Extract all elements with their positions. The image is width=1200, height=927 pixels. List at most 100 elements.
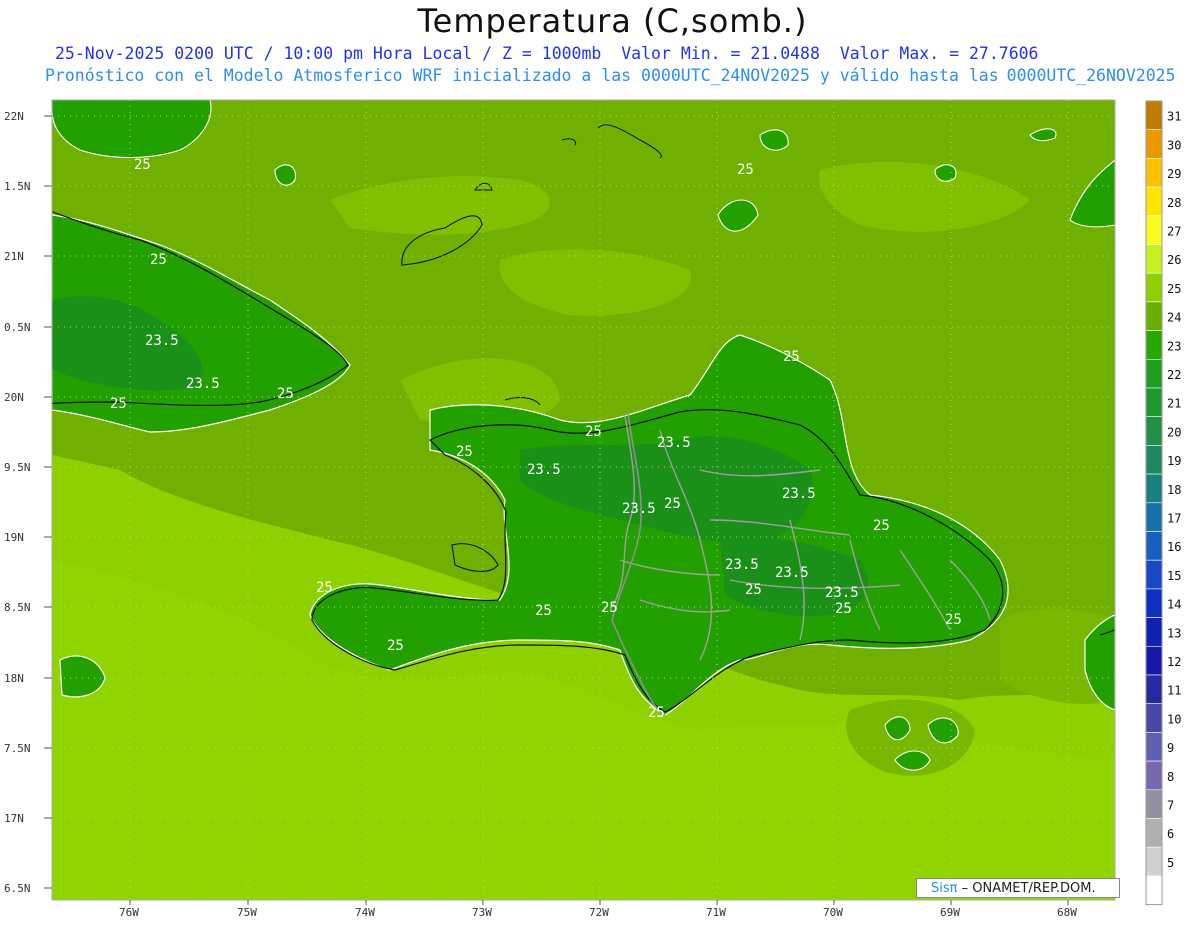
colorbar-tick-label: 17: [1167, 512, 1181, 526]
lon-label: 76W: [119, 906, 139, 919]
colorbar-swatch: [1145, 818, 1163, 848]
colorbar-tick-label: 19: [1167, 454, 1181, 468]
contour-label: 25: [110, 396, 127, 412]
colorbar-swatch: [1145, 301, 1163, 331]
colorbar-swatch: [1145, 559, 1163, 590]
contour-label: 25: [945, 612, 962, 628]
lat-label: 9.5N: [4, 461, 31, 474]
colorbar-tick-label: 12: [1167, 655, 1181, 669]
temperature-map: 25 25 25 23.5 23.5 25 25 25 25 23.5 25 2…: [4, 99, 1181, 919]
contour-label: 25: [835, 601, 852, 617]
colorbar-swatch: [1145, 272, 1163, 303]
colorbar-swatch: [1145, 674, 1163, 705]
ne-patch-5: [934, 164, 957, 182]
colorbar-swatch: [1145, 416, 1163, 446]
colorbar-swatch: [1145, 387, 1163, 418]
colorbar-tick-label: 5: [1167, 856, 1174, 870]
colorbar-tick-label: 13: [1167, 626, 1181, 640]
contour-label: 25: [873, 518, 890, 534]
map-plot-area: 25 25 25 23.5 23.5 25 25 25 25 23.5 25 2…: [52, 100, 1115, 900]
colorbar-swatch: [1145, 645, 1163, 676]
colorbar-swatch: [1145, 358, 1163, 389]
colorbar-tick-label: 21: [1167, 397, 1181, 411]
contour-label: 23.5: [725, 557, 759, 573]
colorbar-swatch: [1145, 330, 1163, 360]
colorbar-tick-label: 29: [1167, 167, 1181, 181]
lat-label: 20N: [4, 391, 24, 404]
colorbar-tick-label: 18: [1167, 483, 1181, 497]
lon-label: 73W: [472, 906, 492, 919]
colorbar-swatch: [1145, 445, 1163, 475]
colorbar-swatch: [1145, 732, 1163, 762]
contour-label: 23.5: [186, 376, 220, 392]
colorbar-tick-label: 11: [1167, 684, 1181, 698]
colorbar-swatch: [1145, 760, 1163, 791]
colorbar-tick-label: 10: [1167, 712, 1181, 726]
lon-label: 72W: [589, 906, 609, 919]
colorbar-tick-label: 20: [1167, 425, 1181, 439]
colorbar-swatch: [1145, 789, 1163, 819]
contour-label: 25: [601, 600, 618, 616]
colorbar-tick-label: 30: [1167, 138, 1181, 152]
colorbar-swatch: [1145, 215, 1163, 245]
colorbar-tick-label: 22: [1167, 368, 1181, 382]
contour-label: 25: [783, 349, 800, 365]
contour-label: 23.5: [622, 501, 656, 517]
contour-label: 25: [277, 386, 294, 402]
lon-label: 74W: [355, 906, 375, 919]
contour-label: 25: [648, 705, 665, 721]
lat-label: 22N: [4, 110, 24, 123]
contour-label: 25: [316, 580, 333, 596]
colorbar-swatch: [1145, 158, 1163, 188]
lat-label: 6.5N: [4, 882, 31, 895]
colorbar-tick-label: 15: [1167, 569, 1181, 583]
lon-label: 70W: [823, 906, 843, 919]
contour-label: 25: [456, 444, 473, 460]
colorbar-swatch: [1145, 531, 1163, 561]
contour-label: 23.5: [145, 333, 179, 349]
latitude-axis: 22N 1.5N 21N 0.5N 20N 9.5N 19N 8.5N 18N …: [4, 110, 52, 895]
contour-label: 25: [664, 496, 681, 512]
lon-label: 71W: [706, 906, 726, 919]
lat-label: 7.5N: [4, 742, 31, 755]
credit-box: Sisπ – ONAMET/REP.DOM.: [916, 878, 1120, 898]
colorbar-tick-label: 25: [1167, 282, 1181, 296]
colorbar-swatch: [1145, 617, 1163, 647]
lon-label: 75W: [237, 906, 257, 919]
lat-label: 19N: [4, 531, 24, 544]
colorbar-tick-label: 28: [1167, 196, 1181, 210]
contour-label: 25: [745, 582, 762, 598]
colorbar-tick-label: 26: [1167, 253, 1181, 267]
contour-label: 23.5: [782, 486, 816, 502]
sispi-logo: Sisπ: [931, 881, 958, 896]
lon-label: 69W: [940, 906, 960, 919]
lat-label: 18N: [4, 672, 24, 685]
colorbar-swatch: [1145, 129, 1163, 159]
colorbar-tick-label: 8: [1167, 770, 1174, 784]
contour-label: 23.5: [657, 435, 691, 451]
colorbar-tick-label: 23: [1167, 339, 1181, 353]
colorbar-tick-label: 7: [1167, 799, 1174, 813]
lat-label: 17N: [4, 812, 24, 825]
longitude-axis: 76W 75W 74W 73W 72W 71W 70W 69W 68W: [119, 900, 1077, 919]
colorbar-tick-label: 16: [1167, 540, 1181, 554]
color-scale-bar: 31 30 29 28 27 26 25 24 23 22 21 20 19 18 17 16 15 14 13 12…: [1145, 100, 1181, 906]
contour-label: 25: [535, 603, 552, 619]
lat-label: 21N: [4, 250, 24, 263]
credit-text: – ONAMET/REP.DOM.: [961, 881, 1096, 896]
contour-label: 25: [387, 638, 404, 654]
contour-label: 25: [150, 252, 167, 268]
contour-label: 25: [737, 162, 754, 178]
contour-label: 25: [134, 157, 151, 173]
colorbar-swatch: [1145, 244, 1163, 274]
colorbar-tick-label: 6: [1167, 827, 1174, 841]
colorbar-swatch: [1145, 875, 1163, 905]
colorbar-swatch: [1145, 473, 1163, 504]
colorbar-swatch: [1145, 703, 1163, 733]
lat-label: 8.5N: [4, 601, 31, 614]
colorbar-swatch: [1145, 846, 1163, 877]
contour-label: 23.5: [775, 565, 809, 581]
colorbar-swatch: [1145, 502, 1163, 532]
contour-label: 23.5: [825, 585, 859, 601]
colorbar-tick-label: 27: [1167, 225, 1181, 239]
